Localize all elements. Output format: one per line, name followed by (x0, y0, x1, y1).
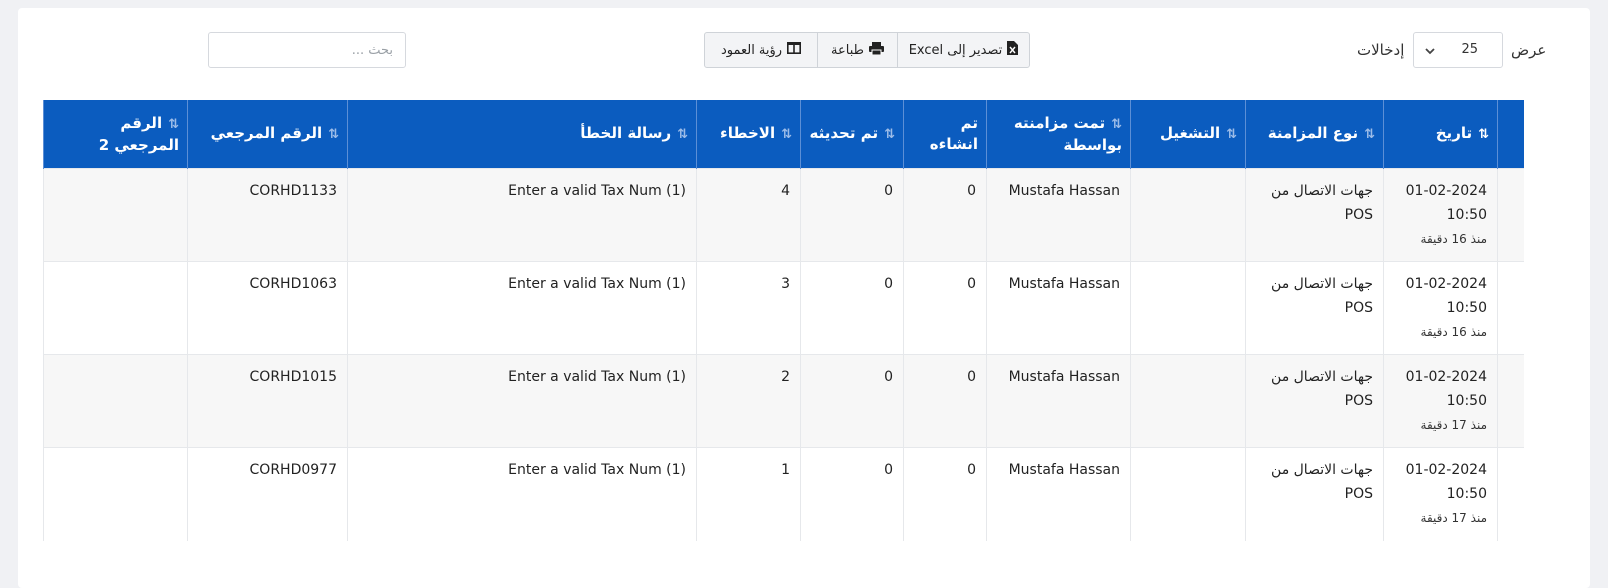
reference-cell: CORHD1133 (187, 168, 348, 262)
run-cell (1130, 447, 1246, 541)
sort-icon: ⇅ (884, 127, 897, 142)
date-cell: 01-02-2024 10:50 منذ 16 دقيقة (1383, 168, 1498, 262)
date-cell: 01-02-2024 10:50 منذ 16 دقيقة (1383, 261, 1498, 355)
row-select-cell (1497, 168, 1524, 262)
column-header-reference2[interactable]: ⇅الرقم المرجعي 2 (43, 100, 188, 169)
error-message-cell: Enter a valid Tax Num (1) (347, 168, 697, 262)
chevron-down-icon (1424, 39, 1436, 67)
run-cell (1130, 354, 1246, 448)
column-header-updated[interactable]: ⇅تم تحديثه (800, 100, 904, 169)
updated-cell: 0 (800, 261, 904, 355)
errors-cell: 4 (696, 168, 801, 262)
print-label: طباعة (831, 42, 864, 58)
printer-icon (868, 41, 884, 59)
column-header-error-message[interactable]: ⇅رسالة الخطأ (347, 100, 697, 169)
sort-icon: ⇅ (1226, 127, 1239, 142)
error-message-cell: Enter a valid Tax Num (1) (347, 261, 697, 355)
sync-type-cell: جهات الاتصال من POS (1245, 354, 1384, 448)
table-toolbar: عرض 25 إدخالات تصدير إلى Excel طباعة رؤي… (18, 8, 1590, 98)
updated-cell: 0 (800, 354, 904, 448)
row-select-cell (1497, 354, 1524, 448)
page-length-value: 25 (1461, 42, 1478, 57)
table-header-row: ⇅تاريخ ⇅نوع المزامنة ⇅التشغيل ⇅تمت مزامن… (43, 100, 1524, 169)
run-cell (1130, 261, 1246, 355)
errors-cell: 2 (696, 354, 801, 448)
column-header-sync-type[interactable]: ⇅نوع المزامنة (1245, 100, 1384, 169)
table-row[interactable]: 01-02-2024 10:50 منذ 17 دقيقة جهات الاتصال… (43, 354, 1524, 448)
created-cell: 0 (903, 261, 987, 355)
column-visibility-label: رؤية العمود (720, 42, 783, 58)
table-row[interactable]: 01-02-2024 10:50 منذ 17 دقيقة جهات الاتصال… (43, 447, 1524, 541)
synced-by-cell: Mustafa Hassan (986, 261, 1131, 355)
date-cell: 01-02-2024 10:50 منذ 17 دقيقة (1383, 447, 1498, 541)
row-select-cell (1497, 447, 1524, 541)
reference2-cell (43, 447, 188, 541)
sync-log-table: ⇅تاريخ ⇅نوع المزامنة ⇅التشغيل ⇅تمت مزامن… (43, 100, 1524, 541)
column-header-created[interactable]: تم انشاءه (903, 100, 987, 169)
reference2-cell (43, 354, 188, 448)
reference2-cell (43, 261, 188, 355)
column-header-reference[interactable]: ⇅الرقم المرجعي (187, 100, 348, 169)
synced-by-cell: Mustafa Hassan (986, 354, 1131, 448)
synced-by-cell: Mustafa Hassan (986, 168, 1131, 262)
table-row[interactable]: 01-02-2024 10:50 منذ 16 دقيقة جهات الاتصال… (43, 261, 1524, 355)
updated-cell: 0 (800, 168, 904, 262)
search-input[interactable] (208, 32, 406, 68)
synced-by-cell: Mustafa Hassan (986, 447, 1131, 541)
length-show-label: عرض (1511, 41, 1547, 59)
row-select-cell (1497, 261, 1524, 355)
created-cell: 0 (903, 354, 987, 448)
error-message-cell: Enter a valid Tax Num (1) (347, 447, 697, 541)
reference-cell: CORHD1015 (187, 354, 348, 448)
column-header-date[interactable]: ⇅تاريخ (1383, 100, 1498, 169)
sync-type-cell: جهات الاتصال من POS (1245, 447, 1384, 541)
column-header-errors[interactable]: ⇅الاخطاء (696, 100, 801, 169)
export-button-group: تصدير إلى Excel طباعة رؤية العمود (704, 32, 1030, 68)
sort-icon: ⇅ (168, 116, 181, 132)
errors-cell: 3 (696, 261, 801, 355)
errors-cell: 1 (696, 447, 801, 541)
column-header-select (1497, 100, 1524, 169)
error-message-cell: Enter a valid Tax Num (1) (347, 354, 697, 448)
created-cell: 0 (903, 168, 987, 262)
length-entries-label: إدخالات (1357, 41, 1405, 59)
column-header-synced-by[interactable]: ⇅تمت مزامنته بواسطة (986, 100, 1131, 169)
reference-cell: CORHD1063 (187, 261, 348, 355)
export-excel-button[interactable]: تصدير إلى Excel (897, 33, 1029, 67)
created-cell: 0 (903, 447, 987, 541)
page-length-select[interactable]: 25 (1413, 32, 1503, 68)
date-cell: 01-02-2024 10:50 منذ 17 دقيقة (1383, 354, 1498, 448)
sync-type-cell: جهات الاتصال من POS (1245, 168, 1384, 262)
reference-cell: CORHD0977 (187, 447, 348, 541)
run-cell (1130, 168, 1246, 262)
updated-cell: 0 (800, 447, 904, 541)
table-row[interactable]: 01-02-2024 10:50 منذ 16 دقيقة جهات الاتصال… (43, 168, 1524, 262)
sort-icon: ⇅ (1478, 127, 1491, 142)
sort-icon: ⇅ (781, 127, 794, 142)
print-button[interactable]: طباعة (817, 33, 897, 67)
reference2-cell (43, 168, 188, 262)
file-excel-icon (1007, 41, 1019, 59)
columns-icon (787, 42, 802, 58)
export-excel-label: تصدير إلى Excel (908, 42, 1003, 58)
sync-type-cell: جهات الاتصال من POS (1245, 261, 1384, 355)
column-header-run[interactable]: ⇅التشغيل (1130, 100, 1246, 169)
sort-icon: ⇅ (1111, 116, 1124, 132)
sort-icon: ⇅ (1364, 127, 1377, 142)
column-visibility-button[interactable]: رؤية العمود (705, 33, 817, 67)
sort-icon: ⇅ (677, 127, 690, 142)
sort-icon: ⇅ (328, 127, 341, 142)
